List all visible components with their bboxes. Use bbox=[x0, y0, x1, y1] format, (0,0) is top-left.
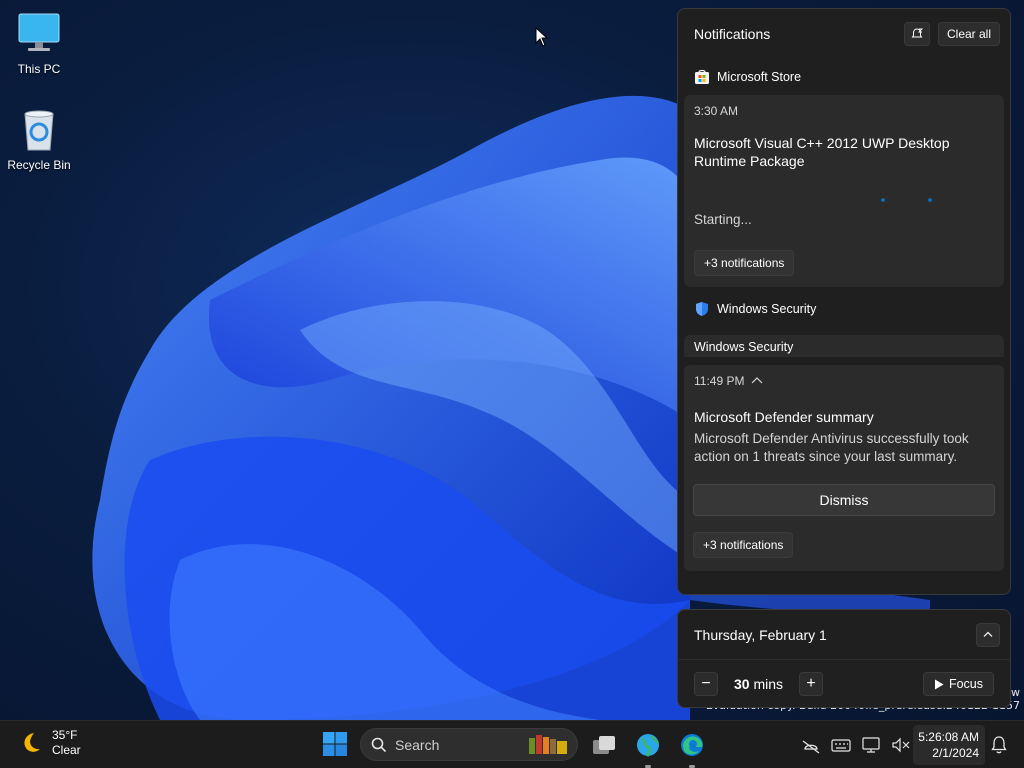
taskbar: 35°F Clear Search 5:26:08 AM 2/1/2024 bbox=[0, 720, 1024, 768]
focus-start-button[interactable]: Focus bbox=[922, 672, 994, 696]
desktop-icon-label: Recycle Bin bbox=[7, 158, 71, 172]
notification-heading: Microsoft Defender summary bbox=[694, 409, 874, 425]
notification-title: Notifications bbox=[694, 26, 771, 42]
taskbar-search-box[interactable]: Search bbox=[360, 728, 578, 761]
notification-header: Notifications Clear all bbox=[678, 9, 1010, 59]
calendar-date: Thursday, February 1 bbox=[694, 626, 827, 643]
start-icon[interactable] bbox=[322, 731, 348, 757]
decrease-focus-button[interactable]: − bbox=[694, 672, 718, 696]
progress-indicator bbox=[881, 198, 932, 202]
keyboard-icon[interactable] bbox=[830, 734, 852, 756]
microsoft-store-icon bbox=[695, 69, 709, 84]
edge-icon[interactable] bbox=[678, 731, 706, 759]
focus-minutes: 30 bbox=[734, 676, 750, 692]
clear-all-button[interactable]: Clear all bbox=[937, 22, 1000, 46]
weather-widget[interactable]: 35°F Clear bbox=[18, 728, 81, 758]
network-off-icon[interactable] bbox=[800, 734, 822, 756]
do-not-disturb-button[interactable] bbox=[903, 22, 930, 46]
notification-time: 3:30 AM bbox=[694, 104, 739, 118]
calendar-panel: Thursday, February 1 − 30 mins + Focus bbox=[677, 609, 1011, 708]
shield-icon bbox=[696, 302, 708, 316]
focus-unit: mins bbox=[753, 676, 784, 692]
notification-center: Notifications Clear all Microsoft Store … bbox=[677, 8, 1011, 595]
focus-session-row: − 30 mins + Focus bbox=[678, 660, 1010, 707]
notification-heading: Microsoft Visual C++ 2012 UWP Desktop Ru… bbox=[694, 135, 950, 169]
app-group-label: Windows Security bbox=[717, 302, 817, 316]
weather-temperature: 35°F bbox=[52, 728, 78, 742]
volume-muted-icon[interactable] bbox=[890, 734, 912, 756]
stacked-notification-label[interactable]: Windows Security bbox=[684, 335, 1004, 357]
task-view-icon[interactable] bbox=[590, 731, 618, 759]
chevron-up-icon[interactable] bbox=[750, 376, 764, 386]
security-notification[interactable]: 11:49 PM Microsoft Defender summary Micr… bbox=[684, 365, 1004, 571]
taskbar-clock[interactable]: 5:26:08 AM 2/1/2024 bbox=[913, 725, 985, 765]
notification-time: 11:49 PM bbox=[694, 374, 745, 388]
more-notifications-button[interactable]: +3 notifications bbox=[694, 250, 795, 276]
notification-body: Microsoft Defender Antivirus successfull… bbox=[694, 431, 969, 464]
clock-date: 2/1/2024 bbox=[932, 746, 979, 760]
globe-app-icon[interactable] bbox=[634, 731, 662, 759]
desktop-icon-label: This PC bbox=[17, 62, 61, 76]
app-group-microsoft-store[interactable]: Microsoft Store bbox=[678, 59, 1010, 95]
recycle-bin-icon bbox=[24, 110, 54, 151]
focus-duration: 30 mins bbox=[734, 676, 783, 692]
search-label: Search bbox=[395, 736, 440, 753]
focus-button-label: Focus bbox=[948, 677, 983, 691]
monitor-icon bbox=[18, 13, 60, 51]
app-group-windows-security[interactable]: Windows Security bbox=[678, 291, 1010, 327]
watermark-fragment: w bbox=[1011, 686, 1020, 699]
system-tray bbox=[796, 721, 916, 768]
moon-icon bbox=[24, 733, 40, 752]
chevron-up-icon bbox=[983, 631, 993, 637]
calendar-date-row: Thursday, February 1 bbox=[678, 610, 1010, 660]
mouse-cursor-icon bbox=[535, 27, 549, 47]
do-not-disturb-icon bbox=[911, 28, 924, 38]
search-highlight-icon bbox=[529, 735, 567, 754]
display-icon[interactable] bbox=[860, 734, 882, 756]
search-icon bbox=[371, 737, 387, 752]
desktop-icon-this-pc[interactable]: This PC bbox=[1, 10, 77, 76]
install-status: Starting... bbox=[694, 212, 752, 227]
desktop-icon-recycle-bin[interactable]: Recycle Bin bbox=[1, 106, 77, 172]
dismiss-button[interactable]: Dismiss bbox=[693, 484, 995, 516]
calendar-expand-button[interactable] bbox=[976, 622, 1000, 647]
increase-focus-button[interactable]: + bbox=[799, 672, 824, 696]
more-notifications-button[interactable]: +3 notifications bbox=[693, 532, 794, 558]
store-notification[interactable]: 3:30 AM Microsoft Visual C++ 2012 UWP De… bbox=[684, 95, 1004, 287]
weather-text: 35°F Clear bbox=[52, 728, 81, 758]
notification-bell-icon[interactable] bbox=[988, 734, 1010, 756]
play-icon bbox=[934, 679, 944, 689]
weather-condition: Clear bbox=[52, 743, 81, 757]
app-group-label: Microsoft Store bbox=[717, 70, 802, 84]
clock-time: 5:26:08 AM bbox=[918, 730, 979, 744]
notification-time-row: 11:49 PM bbox=[694, 374, 994, 388]
